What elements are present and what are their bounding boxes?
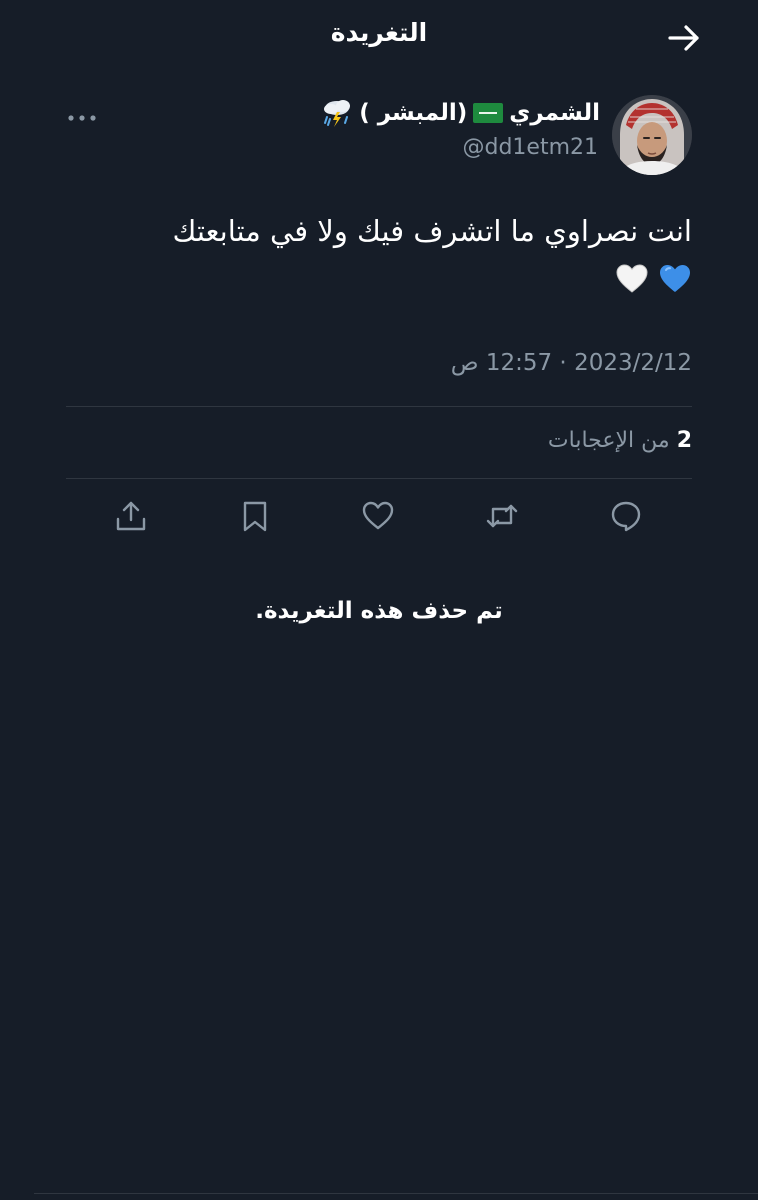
bookmark-button[interactable] <box>237 498 273 534</box>
back-button[interactable] <box>664 18 704 58</box>
white-heart-icon <box>616 264 648 293</box>
heart-icon <box>362 501 394 530</box>
author-tag: (المبشر ) <box>359 100 468 126</box>
tweet-emojis <box>66 254 692 300</box>
likes-stat[interactable]: 2 من الإعجابات <box>548 428 692 453</box>
reply-icon <box>611 501 641 532</box>
reply-button[interactable] <box>608 498 644 534</box>
author-handle[interactable]: @dd1etm21 <box>462 135 598 160</box>
tweet-text: انت نصراوي ما اتشرف فيك ولا في متابعتك <box>66 208 692 300</box>
avatar[interactable] <box>612 95 692 175</box>
likes-label: من الإعجابات <box>547 428 670 453</box>
cloud-lightning-rain-icon <box>324 100 351 127</box>
like-button[interactable] <box>360 498 396 534</box>
bookmark-icon <box>243 501 267 532</box>
bottom-divider <box>34 1193 758 1194</box>
author-name: الشمري <box>509 100 600 126</box>
retweet-icon <box>486 504 518 528</box>
divider <box>66 406 692 407</box>
divider <box>66 478 692 479</box>
retweet-button[interactable] <box>484 498 520 534</box>
likes-count: 2 <box>676 428 692 453</box>
share-button[interactable] <box>113 498 149 534</box>
tweet-detail-page: التغريدة الشمري (المبشر) @dd1etm21 انت … <box>0 0 758 1200</box>
blue-heart-icon <box>660 265 690 292</box>
avatar-image <box>612 95 692 175</box>
saudi-flag-icon <box>473 103 504 123</box>
page-title: التغريدة <box>330 18 428 47</box>
share-icon <box>116 501 146 531</box>
tweet-body-text: انت نصراوي ما اتشرف فيك ولا في متابعتك <box>172 214 692 248</box>
top-bar: التغريدة <box>0 0 758 74</box>
author-display-name[interactable]: الشمري (المبشر ) <box>321 98 600 128</box>
deleted-tweet-notice: تم حذف هذه التغريدة. <box>255 598 503 624</box>
more-options-button[interactable] <box>66 110 98 124</box>
arrow-right-icon <box>668 25 699 51</box>
tweet-timestamp[interactable]: 2023/2/12 · 12:57 ص <box>451 350 692 376</box>
more-horizontal-icon <box>68 115 96 121</box>
